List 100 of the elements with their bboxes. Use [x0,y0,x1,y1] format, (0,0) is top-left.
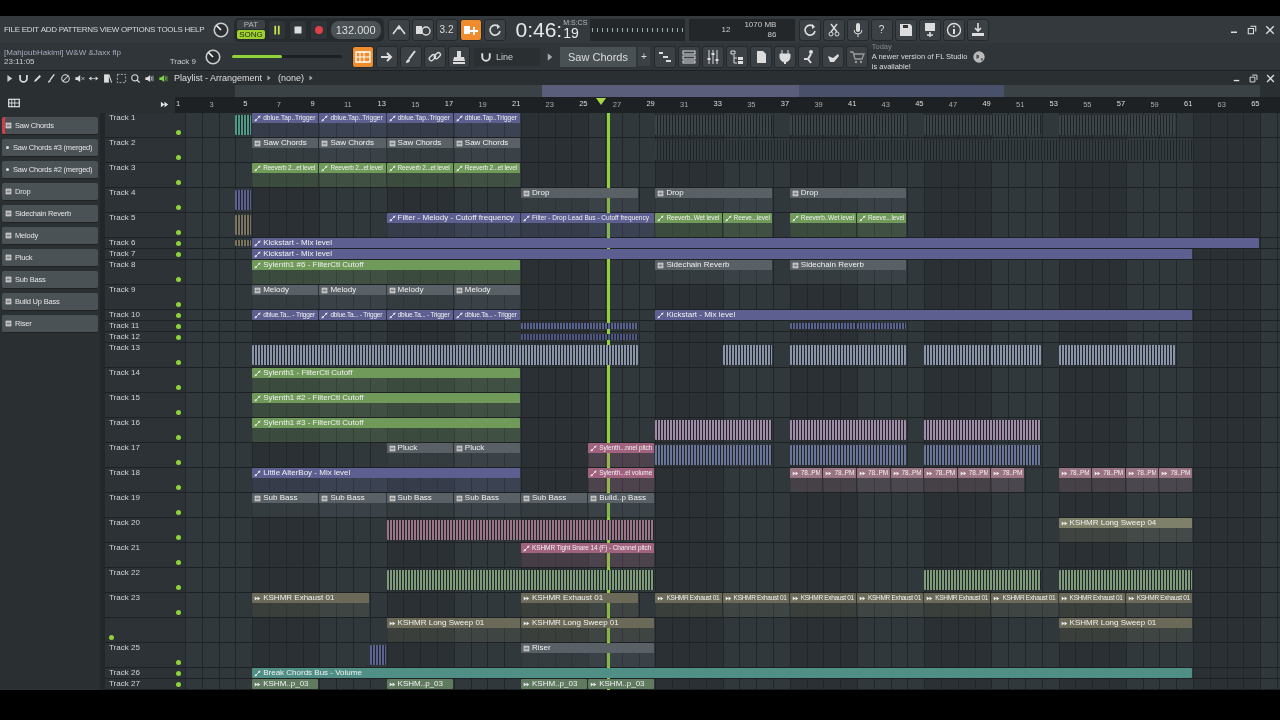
automation-clip[interactable]: Sylenth1 - FilterCtl Cutoff [252,368,520,392]
audio-clip[interactable] [857,323,907,329]
pattern-clip[interactable]: Saw Chords [453,138,520,162]
close-icon[interactable] [1264,23,1276,36]
automation-clip[interactable]: Filter - Melody - Cutoff frequency [386,213,520,237]
audio-clip[interactable] [235,215,252,235]
stamp-icon[interactable] [451,48,467,65]
mute-toggle[interactable] [176,251,181,257]
automation-clip[interactable] [235,115,252,135]
mode-toggle[interactable]: PAT [237,20,265,29]
mute-toggle[interactable] [176,180,181,185]
globe-icon[interactable] [971,49,986,64]
audio-clip[interactable] [252,345,638,365]
pencil-icon[interactable] [32,72,43,84]
mute-toggle[interactable] [176,277,181,282]
loop-icon[interactable] [486,21,503,38]
audio-clip[interactable] [1058,345,1176,365]
mute-toggle[interactable] [176,435,181,440]
track-header[interactable]: Track 22 [105,568,185,592]
menu-item[interactable]: FILE [4,25,20,34]
audio-clip[interactable]: KSHM..p_03 [588,679,655,689]
pattern-clip[interactable]: Sub Bass [386,493,453,517]
audio-clip[interactable] [521,334,638,340]
info-icon[interactable] [945,21,962,38]
track-header[interactable]: Track 7 [105,249,185,259]
track-header[interactable]: Track 4 [105,188,185,212]
audio-clip[interactable] [789,345,907,365]
mute-toggle[interactable] [176,230,181,235]
audio-clip[interactable] [924,445,1041,465]
audio-clip[interactable] [924,420,1041,440]
audio-clip[interactable]: KSHM..p_03 [252,679,319,689]
track-header[interactable]: Track 19 [105,493,185,517]
track-header[interactable]: Track 26 [105,668,185,678]
audio-icon[interactable] [160,100,169,109]
brush-icon[interactable] [46,72,57,84]
pattern-clip[interactable]: Saw Chords [252,138,319,162]
pattern-clip[interactable]: Sidechain Reverb [655,260,772,284]
track-header[interactable]: Track 21 [105,543,185,567]
magnet-icon[interactable] [18,72,29,84]
zoom-icon[interactable] [130,72,141,84]
pattern-clip[interactable]: Melody [386,285,453,309]
automation-clip[interactable]: Kickstart - Mix level [252,238,1260,248]
track-header[interactable]: Track 11 [105,321,185,331]
mute-toggle[interactable] [176,323,181,329]
snap-dropdown[interactable]: Line [496,51,513,62]
automation-clip[interactable] [235,190,252,210]
audio-clip[interactable] [722,345,772,365]
menu-item[interactable]: EDIT [21,25,39,34]
menu-item[interactable]: TOOLS [157,25,183,34]
pattern-clip[interactable]: Sub Bass [319,493,386,517]
track-header[interactable]: Track 1 [105,113,185,137]
play-icon[interactable] [4,72,15,84]
knob-icon[interactable] [212,20,231,39]
mute-toggle[interactable] [176,240,181,246]
pattern-clip[interactable]: Drop [655,188,772,212]
automation-clip[interactable]: Break Chords Bus - Volume [252,668,1192,678]
restore-icon[interactable] [1248,72,1259,84]
audio-clip[interactable]: KSHMR Exhaust 01 [252,593,369,617]
mute-toggle[interactable] [176,485,181,490]
mute-toggle[interactable] [176,130,181,135]
mute-toggle[interactable] [176,660,181,665]
automation-clip[interactable]: Sylenth1 #2 - FilterCtl Cutoff [252,393,520,417]
menu-item[interactable]: PATTERNS [58,25,98,34]
save-icon[interactable] [897,21,914,38]
scissors-icon[interactable] [825,21,842,38]
audio-clip[interactable]: KSHMR Long Sweep 01 [521,618,655,642]
audio-clip[interactable] [924,345,991,365]
brush-icon[interactable] [403,48,419,65]
mode-toggle[interactable]: SONG [237,30,265,39]
add-pattern-button[interactable]: + [637,47,650,66]
track-header[interactable]: Track 20 [105,518,185,542]
tempo-field[interactable]: 132.000 [330,20,381,39]
mute-toggle[interactable] [176,585,181,590]
mute-toggle[interactable] [176,205,181,210]
pattern-clip[interactable]: Sub Bass [521,493,588,517]
pattern-clip[interactable] [655,115,772,135]
track-header[interactable]: Track 9 [105,285,185,309]
audio-clip[interactable] [521,323,638,329]
audio-clip[interactable]: KSHMR Exhaust 01 [521,593,638,617]
mute-toggle[interactable] [176,334,181,340]
mute-toggle[interactable] [176,360,181,365]
audio-clip[interactable] [789,323,856,329]
pattern-clip[interactable]: Saw Chords [319,138,386,162]
track-header[interactable]: Track 2 [105,138,185,162]
pattern-clip[interactable]: Saw Chords [386,138,453,162]
pattern-clip[interactable]: Sub Bass [453,493,520,517]
track-header[interactable]: Track 25 [105,643,185,667]
track-header[interactable]: Track 16 [105,418,185,442]
track-header[interactable]: Track 15 [105,393,185,417]
automation-clip[interactable]: Little AlterBoy - Mix level [252,468,520,492]
knob-icon[interactable] [204,47,222,66]
pattern-clip[interactable]: Drop [521,188,638,212]
menu-item[interactable]: ADD [40,25,57,34]
audio-clip[interactable]: KSHMR Long Sweep 01 [386,618,520,642]
track-header[interactable]: Track 5 [105,213,185,237]
pattern-selector[interactable]: Saw Chords [560,46,636,67]
audio-clip[interactable]: KSHMR Long Sweep 04 [1058,518,1192,542]
track-header[interactable]: Track 18 [105,468,185,492]
plug-icon[interactable] [776,48,793,65]
mute-toggle[interactable] [176,312,181,318]
